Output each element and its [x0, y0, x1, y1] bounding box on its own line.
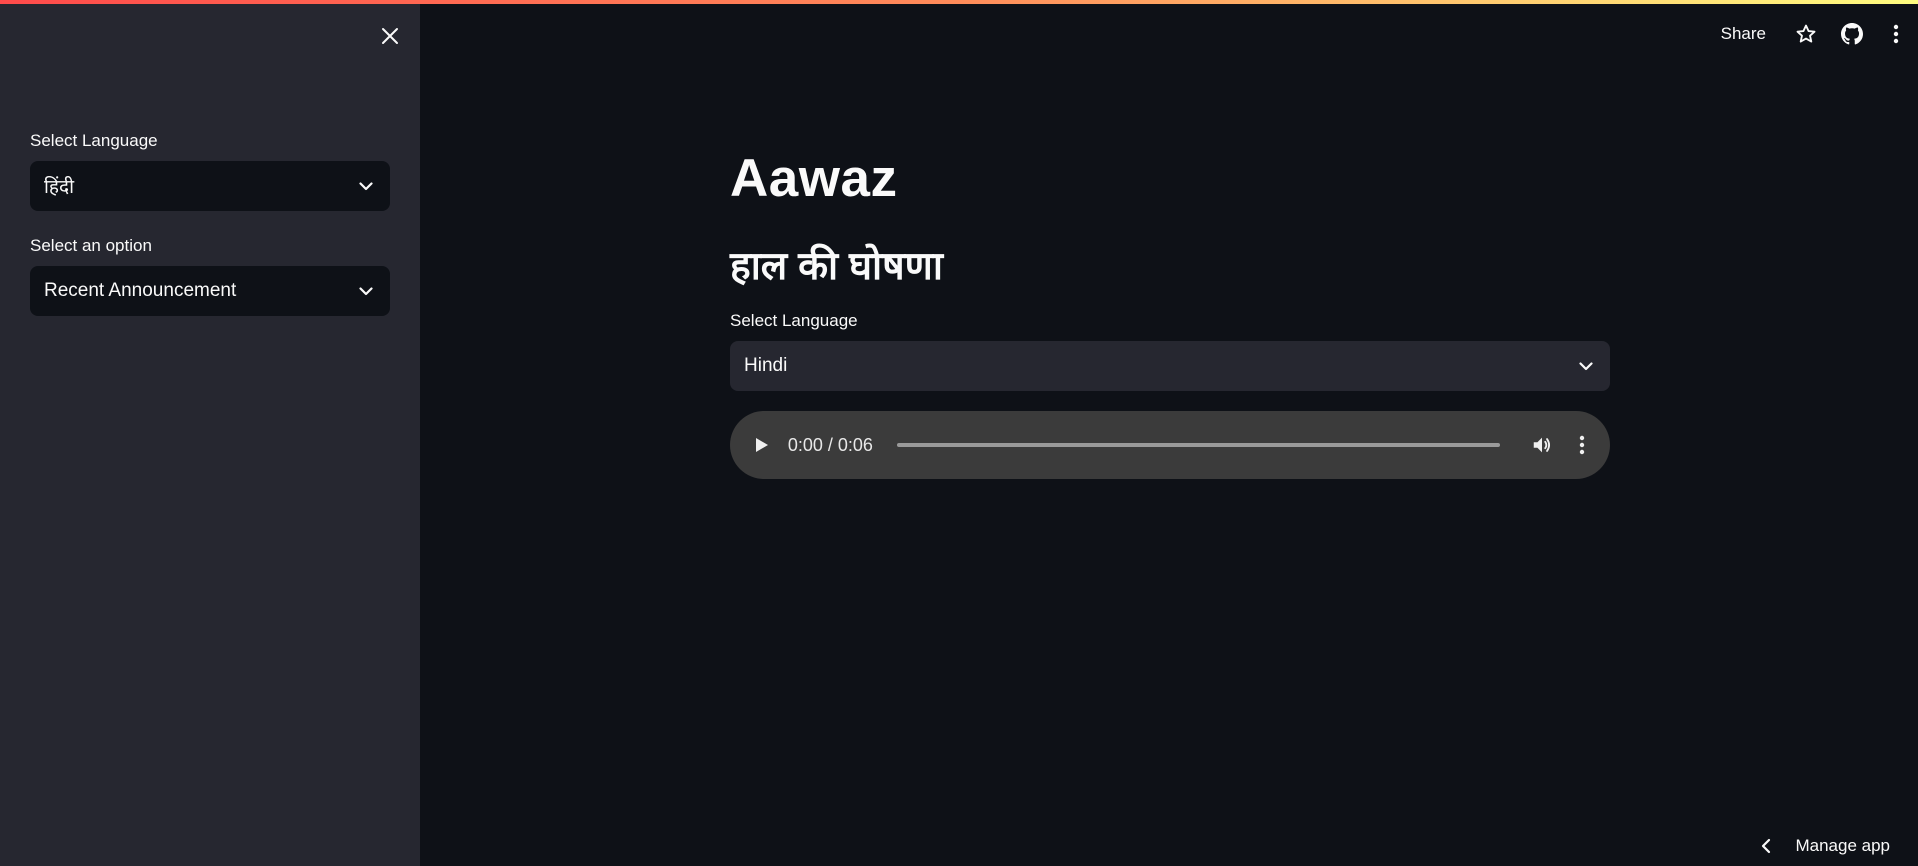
- audio-player: 0:00 / 0:06: [730, 411, 1610, 479]
- main-language-value: Hindi: [744, 355, 788, 376]
- header-actions: Share: [1721, 18, 1918, 50]
- github-icon[interactable]: [1838, 20, 1866, 48]
- audio-progress-bar[interactable]: [897, 443, 1501, 447]
- sidebar: Select Language हिंदी Select an option R…: [0, 0, 420, 866]
- sidebar-option-value: Recent Announcement: [44, 280, 237, 301]
- share-button[interactable]: Share: [1721, 24, 1766, 44]
- chevron-down-icon: [1576, 356, 1596, 376]
- chevron-down-icon: [356, 176, 376, 196]
- main-language-select[interactable]: Hindi: [730, 341, 1610, 391]
- sidebar-option-label: Select an option: [30, 236, 152, 255]
- top-decoration-bar: [0, 0, 1918, 4]
- sidebar-language-value: हिंदी: [44, 177, 75, 198]
- main-language-label: Select Language: [730, 311, 858, 330]
- manage-app-label: Manage app: [1795, 836, 1890, 855]
- more-vertical-icon: [1579, 435, 1585, 455]
- chevron-down-icon: [356, 281, 376, 301]
- audio-more-button[interactable]: [1570, 431, 1594, 459]
- manage-app-button[interactable]: Manage app: [1761, 832, 1890, 860]
- page-subtitle: हाल की घोषणा: [730, 245, 943, 288]
- sidebar-language-label: Select Language: [30, 131, 158, 150]
- chevron-left-icon: [1761, 838, 1777, 854]
- play-icon: [755, 438, 768, 452]
- close-sidebar-button[interactable]: [376, 22, 404, 50]
- page-title: Aawaz: [730, 149, 898, 208]
- sidebar-option-select[interactable]: Recent Announcement: [30, 266, 390, 316]
- volume-button[interactable]: [1528, 431, 1556, 459]
- star-icon[interactable]: [1792, 20, 1820, 48]
- audio-time: 0:00 / 0:06: [787, 434, 873, 455]
- more-vertical-icon[interactable]: [1882, 20, 1910, 48]
- play-button[interactable]: [746, 429, 778, 461]
- sidebar-language-select[interactable]: हिंदी: [30, 161, 390, 211]
- close-icon: [382, 28, 398, 44]
- volume-icon: [1533, 437, 1551, 453]
